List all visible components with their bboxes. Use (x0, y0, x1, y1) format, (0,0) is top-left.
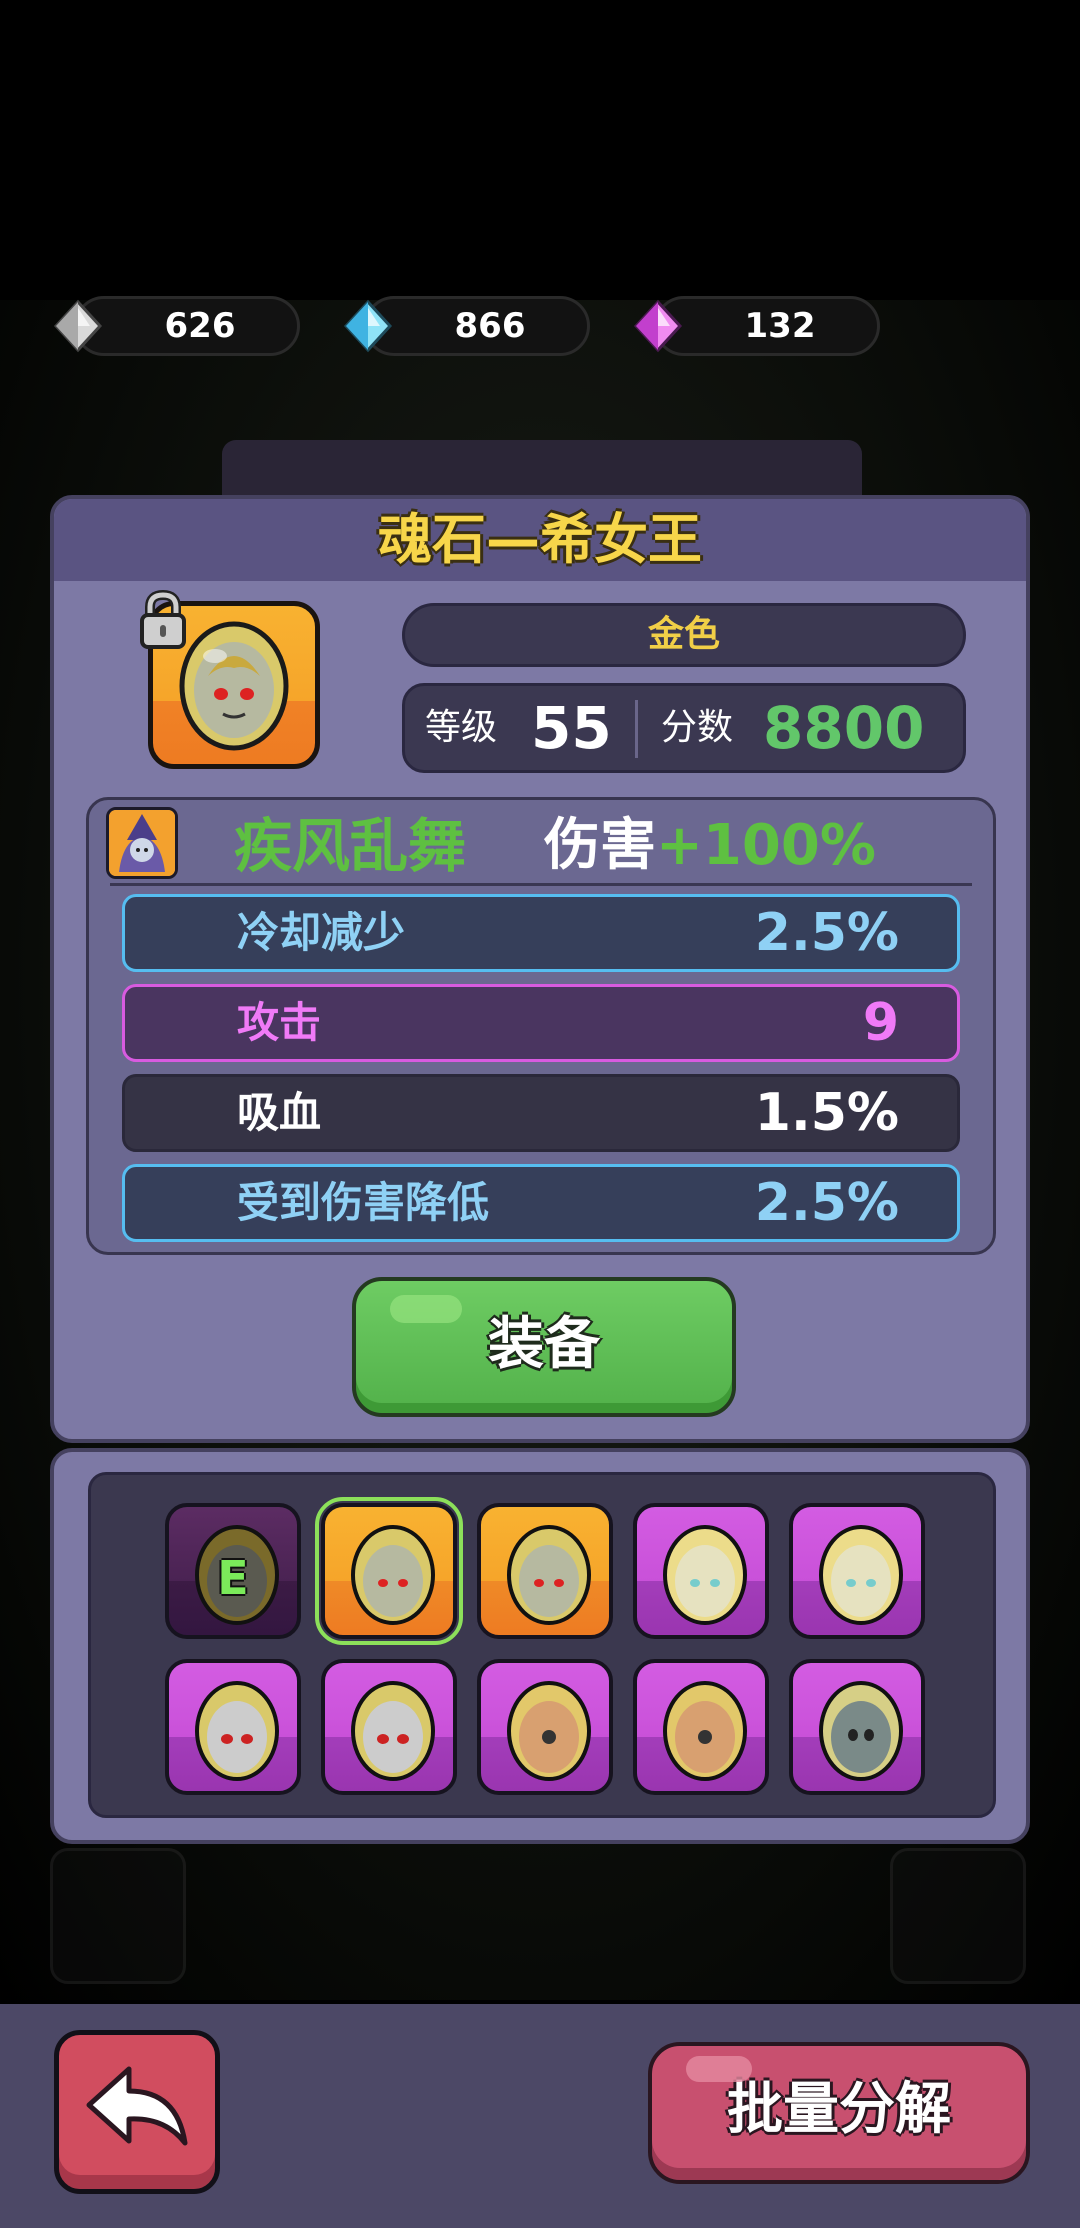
attribute-value: 2.5% (754, 903, 899, 963)
rarity-label: 金色 (402, 603, 966, 667)
currency-purple: 132 (630, 292, 880, 360)
skill-effect-label: 伤害 (544, 813, 656, 878)
currency-silver: 626 (50, 292, 300, 360)
currency-blue: 866 (340, 292, 590, 360)
lock-icon[interactable] (136, 589, 190, 651)
inventory-slot-selected[interactable] (315, 1497, 463, 1645)
inventory-panel: E (50, 1448, 1030, 1844)
batch-decompose-button[interactable]: 批量分解 (648, 2042, 1030, 2184)
soul-stone-egg-icon (351, 1681, 435, 1781)
soul-stone-egg-icon (195, 1681, 279, 1781)
level-value: 55 (531, 694, 612, 762)
purple-diamond-icon (633, 299, 683, 353)
equip-button-label: 装备 (488, 1312, 600, 1377)
equipped-badge: E (217, 1551, 249, 1605)
inventory-slot[interactable] (477, 1503, 613, 1639)
skill-effect: 伤害+100% (544, 805, 876, 887)
inventory-slot[interactable] (477, 1659, 613, 1795)
inventory-slot[interactable] (633, 1503, 769, 1639)
inventory-slot[interactable] (321, 1659, 457, 1795)
level-label: 等级 (425, 707, 498, 748)
soul-stone-egg-icon (507, 1681, 591, 1781)
attribute-row: 受到伤害降低 2.5% (122, 1164, 960, 1242)
inventory-slot[interactable] (165, 1659, 301, 1795)
equip-button[interactable]: 装备 (352, 1277, 736, 1417)
currency-value: 132 (744, 306, 816, 346)
skill-divider (110, 883, 972, 886)
inventory-grid: E (88, 1472, 996, 1818)
inventory-slot[interactable] (789, 1659, 925, 1795)
soul-stone-egg-icon (663, 1681, 747, 1781)
skill-icon (106, 807, 178, 879)
back-arrow-icon (86, 2066, 188, 2146)
attribute-name: 冷却减少 (237, 908, 406, 957)
background-controls (50, 1848, 1030, 1998)
blue-diamond-icon (343, 299, 393, 353)
item-title: 魂石—希女王 (378, 508, 702, 571)
attribute-row: 攻击 9 (122, 984, 960, 1062)
score-value: 8800 (763, 694, 925, 762)
attribute-value: 1.5% (754, 1083, 899, 1143)
item-detail-panel: 魂石—希女王 金色 等级 55 分数 8800 疾风乱舞 伤害+100% 冷却减… (50, 495, 1030, 1443)
currency-value: 866 (454, 306, 526, 346)
score-label: 分数 (661, 707, 734, 748)
inventory-slot[interactable] (633, 1659, 769, 1795)
inventory-slot-equipped[interactable]: E (165, 1503, 301, 1639)
attribute-value: 9 (862, 993, 899, 1053)
skill-effect-value: +100% (656, 813, 876, 878)
soul-stone-egg-icon (819, 1681, 903, 1781)
silver-diamond-icon (53, 299, 103, 353)
item-stats: 等级 55 分数 8800 (402, 683, 966, 773)
soul-stone-egg-icon (819, 1525, 903, 1625)
soul-stone-egg-icon (351, 1525, 435, 1625)
stats-divider (635, 700, 638, 758)
back-button[interactable] (54, 2030, 220, 2194)
skill-name: 疾风乱舞 (234, 812, 467, 880)
batch-decompose-label: 批量分解 (727, 2077, 951, 2142)
attribute-row: 吸血 1.5% (122, 1074, 960, 1152)
attribute-name: 受到伤害降低 (237, 1178, 490, 1227)
attribute-name: 吸血 (237, 1088, 322, 1137)
attribute-name: 攻击 (237, 998, 322, 1047)
soul-stone-egg-icon (663, 1525, 747, 1625)
attribute-value: 2.5% (754, 1173, 899, 1233)
attribute-row: 冷却减少 2.5% (122, 894, 960, 972)
inventory-slot[interactable] (789, 1503, 925, 1639)
soul-stone-egg-icon (507, 1525, 591, 1625)
currency-value: 626 (164, 306, 236, 346)
